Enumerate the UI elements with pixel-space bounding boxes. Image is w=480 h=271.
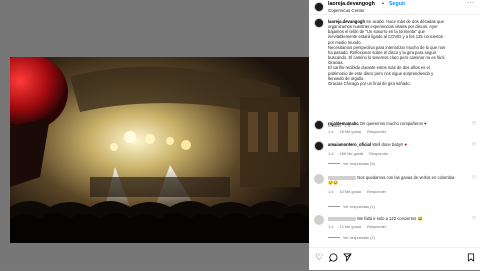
avatar[interactable]: [314, 141, 324, 151]
comment-text: amaiamontero_oficial Well done baby!! ♥: [328, 142, 458, 147]
heart-icon[interactable]: ♡: [472, 216, 476, 222]
caption-line: Gracias Chicago por un final de gira soñ…: [328, 80, 411, 86]
comment-icon[interactable]: [329, 253, 338, 264]
comment-body: Os queremos mucho compañeros: [359, 121, 423, 126]
comment-time: 1 d: [328, 189, 334, 194]
post-side-panel: laoreja.devangogh • Seguir Copernicus Ce…: [309, 0, 480, 270]
comment-body: Well done baby!!: [372, 142, 404, 147]
comment-text: rojaldemamabc Os queremos mucho compañer…: [328, 121, 458, 126]
comment-body: Me faltó ir solo a 122 conciertos: [357, 216, 417, 221]
reply-button[interactable]: Responder: [369, 151, 388, 156]
reply-button[interactable]: Responder: [367, 189, 386, 194]
comment-text: Nos quedamos con las ganas de verlos en …: [328, 175, 458, 185]
comment-time: 1 d: [328, 151, 334, 156]
share-icon[interactable]: [343, 253, 352, 264]
avatar[interactable]: [314, 2, 324, 12]
concert-photo: [10, 57, 309, 243]
replies-count: Ver respuestas (2): [343, 235, 375, 240]
heart-icon[interactable]: ♡: [472, 175, 476, 181]
comment-emoji: ♥: [424, 121, 427, 126]
view-replies-button[interactable]: Ver respuestas (9): [328, 161, 375, 166]
avatar[interactable]: [314, 120, 324, 130]
post-header: laoreja.devangogh • Seguir Copernicus Ce…: [309, 0, 480, 15]
follow-button[interactable]: Seguir: [389, 1, 405, 7]
redacted-username: [328, 216, 356, 221]
comment-meta: 1 d 12 Me gusta Responder: [328, 224, 391, 229]
avatar[interactable]: [314, 215, 324, 225]
comment-emoji: 😢😢: [328, 180, 339, 186]
view-replies-button[interactable]: Ver respuestas (1): [328, 204, 375, 209]
comment-meta: 1 d 18 Me gusta Responder: [328, 129, 391, 134]
bookmark-icon[interactable]: [467, 253, 475, 264]
post-actions-bar: ♡: [309, 247, 480, 271]
comment-emoji: 😂: [417, 216, 423, 221]
comment-text: Me faltó ir solo a 122 conciertos 😂: [328, 216, 458, 221]
comment-likes[interactable]: 186 Me gusta: [340, 151, 364, 156]
comment-likes[interactable]: 10 Me gusta: [340, 189, 361, 194]
separator-dot: •: [382, 1, 384, 7]
comment-meta: 1 d 186 Me gusta Responder: [328, 151, 393, 156]
comment-time: 1 d: [328, 129, 334, 134]
post-location[interactable]: Copernicus Center: [328, 8, 365, 13]
avatar[interactable]: [314, 18, 324, 28]
heart-icon[interactable]: ♡: [315, 253, 323, 262]
more-options-icon[interactable]: ···: [467, 0, 475, 6]
heart-icon[interactable]: ♡: [472, 142, 476, 148]
replies-count: Ver respuestas (9): [343, 161, 375, 166]
comment-body: Nos quedamos con las ganas de verlos en …: [357, 175, 455, 180]
post-photo: [10, 57, 309, 243]
comment-meta: 1 d 10 Me gusta Responder: [328, 189, 391, 194]
avatar[interactable]: [314, 174, 324, 184]
comment-time: 1 d: [328, 224, 334, 229]
caption-text: laoreja.devangogh Se acabó. Hace más de …: [328, 19, 468, 86]
reply-button[interactable]: Responder: [367, 224, 386, 229]
replies-count: Ver respuestas (1): [343, 204, 375, 209]
reply-button[interactable]: Responder: [367, 129, 386, 134]
post-username[interactable]: laoreja.devangogh: [328, 1, 375, 7]
comment-username[interactable]: rojaldemamabc: [328, 121, 359, 126]
heart-icon[interactable]: ♡: [472, 121, 476, 127]
comment-username[interactable]: amaiamontero_oficial: [328, 142, 371, 147]
caption-line: buscando. El camino lo tenemos claro per…: [328, 55, 446, 61]
comment-emoji: ♥: [404, 142, 408, 147]
comment-likes[interactable]: 18 Me gusta: [340, 129, 361, 134]
view-replies-button[interactable]: Ver respuestas (2): [328, 235, 375, 240]
comment-likes[interactable]: 12 Me gusta: [340, 224, 361, 229]
